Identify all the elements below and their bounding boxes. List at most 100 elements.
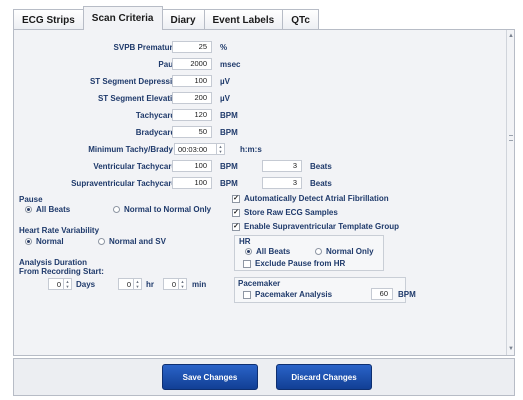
tab-qtc[interactable]: QTc [282, 9, 319, 30]
scroll-grip-icon[interactable] [509, 135, 513, 141]
svpb-unit: % [220, 43, 228, 52]
spinner-arrows-icon[interactable]: ▲ ▼ [216, 144, 224, 154]
afib-label: Automatically Detect Atrial Fibrillation [244, 194, 389, 203]
checkbox-unchecked-icon [243, 259, 251, 268]
hours-value: 0 [126, 280, 131, 289]
tab-bar: ECG Strips Scan Criteria Diary Event Lab… [13, 6, 319, 30]
footer [0, 356, 523, 400]
st-elevation-unit: µV [220, 94, 230, 103]
st-depression-unit: µV [220, 77, 230, 86]
hours-spinner[interactable]: 0 ▲ ▼ [118, 278, 142, 290]
pause-all-beats-radio[interactable]: All Beats [25, 205, 70, 214]
checkbox-checked-icon: ✓ [232, 194, 240, 203]
radio-selected-icon [25, 238, 32, 245]
vtach-label: Ventricular Tachycardia [93, 162, 183, 171]
pause-input[interactable]: 2000 [172, 58, 212, 70]
radio-selected-icon [245, 248, 252, 255]
tab-ecg-strips[interactable]: ECG Strips [13, 9, 84, 30]
hr-groupbox: HR All Beats Normal Only Exclude Pause f… [234, 235, 384, 271]
pause-normal-only-label: Normal to Normal Only [124, 205, 212, 214]
pause-label: Pause [158, 60, 182, 69]
bradycardia-unit: BPM [220, 128, 238, 137]
pacemaker-analysis-label: Pacemaker Analysis [255, 290, 333, 299]
hrv-normal-sv-label: Normal and SV [109, 237, 166, 246]
st-elevation-label: ST Segment Elevation [97, 94, 182, 103]
hr-normal-only-label: Normal Only [326, 247, 374, 256]
save-changes-button[interactable]: Save Changes [162, 364, 258, 390]
vtach-unit: BPM [220, 162, 238, 171]
tachycardia-label: Tachycardia [135, 111, 182, 120]
days-value: 0 [56, 280, 61, 289]
vertical-scrollbar[interactable]: ▲ ▼ [506, 30, 514, 355]
exclude-pause-label: Exclude Pause from HR [255, 259, 346, 268]
hours-unit: hr [146, 280, 154, 289]
pacemaker-title: Pacemaker [238, 279, 281, 288]
tachycardia-unit: BPM [220, 111, 238, 120]
footer-bar [13, 358, 515, 396]
svt-group-label: Enable Supraventricular Template Group [244, 222, 399, 231]
discard-changes-button[interactable]: Discard Changes [276, 364, 372, 390]
spinner-arrows-icon[interactable]: ▲ ▼ [63, 279, 71, 289]
raw-ecg-label: Store Raw ECG Samples [244, 208, 338, 217]
svtach-input[interactable]: 100 [172, 177, 212, 189]
minutes-spinner[interactable]: 0 ▲ ▼ [163, 278, 187, 290]
afib-checkbox[interactable]: ✓ Automatically Detect Atrial Fibrillati… [232, 194, 389, 203]
hrv-normal-radio[interactable]: Normal [25, 237, 64, 246]
svtach-beats-input[interactable]: 3 [262, 177, 302, 189]
min-tachy-brady-spinner[interactable]: 00:03:00 ▲ ▼ [174, 143, 225, 155]
svtach-label: Supraventricular Tachycardia [71, 179, 183, 188]
hrv-normal-label: Normal [36, 237, 64, 246]
svpb-input[interactable]: 25 [172, 41, 212, 53]
pacemaker-rate-input[interactable]: 60 [371, 288, 393, 300]
radio-unselected-icon [315, 248, 322, 255]
min-tachy-brady-unit: h:m:s [240, 145, 262, 154]
svpb-label: SVPB Prematurity [113, 43, 182, 52]
svt-group-checkbox[interactable]: ✓ Enable Supraventricular Template Group [232, 222, 399, 231]
days-unit: Days [76, 280, 96, 289]
st-depression-input[interactable]: 100 [172, 75, 212, 87]
hr-section-title: HR [239, 237, 251, 246]
min-tachy-brady-value: 00:03:00 [178, 145, 208, 154]
pause-section-title: Pause [19, 195, 43, 204]
svtach-beats-unit: Beats [310, 179, 332, 188]
st-elevation-input[interactable]: 200 [172, 92, 212, 104]
tab-scan-criteria[interactable]: Scan Criteria [82, 6, 163, 30]
radio-unselected-icon [113, 206, 120, 213]
hr-all-beats-radio[interactable]: All Beats [245, 247, 290, 256]
vtach-input[interactable]: 100 [172, 160, 212, 172]
scroll-down-icon[interactable]: ▼ [508, 345, 514, 353]
pause-normal-only-radio[interactable]: Normal to Normal Only [113, 205, 211, 214]
hr-normal-only-radio[interactable]: Normal Only [315, 247, 374, 256]
radio-unselected-icon [98, 238, 105, 245]
checkbox-unchecked-icon [243, 290, 251, 299]
pacemaker-groupbox: Pacemaker Pacemaker Analysis 60 BPM [234, 277, 416, 303]
analysis-duration-subtitle: From Recording Start: [19, 267, 104, 276]
checkbox-checked-icon: ✓ [232, 222, 240, 231]
pause-all-beats-label: All Beats [36, 205, 71, 214]
min-tachy-brady-label: Minimum Tachy/Brady [88, 145, 173, 154]
tab-event-labels[interactable]: Event Labels [203, 9, 284, 30]
hrv-normal-sv-radio[interactable]: Normal and SV [98, 237, 166, 246]
pacemaker-rate-unit: BPM [398, 290, 416, 299]
minutes-unit: min [192, 280, 207, 289]
hr-all-beats-label: All Beats [256, 247, 291, 256]
bradycardia-input[interactable]: 50 [172, 126, 212, 138]
vtach-beats-input[interactable]: 3 [262, 160, 302, 172]
pacemaker-analysis-checkbox[interactable]: Pacemaker Analysis [243, 290, 332, 299]
minutes-value: 0 [171, 280, 176, 289]
tachycardia-input[interactable]: 120 [172, 109, 212, 121]
raw-ecg-checkbox[interactable]: ✓ Store Raw ECG Samples [232, 208, 338, 217]
days-spinner[interactable]: 0 ▲ ▼ [48, 278, 72, 290]
spinner-arrows-icon[interactable]: ▲ ▼ [178, 279, 186, 289]
checkbox-checked-icon: ✓ [232, 208, 240, 217]
scan-criteria-panel: SVPB Prematurity 25 % Pause 2000 msec ST… [13, 29, 515, 356]
hrv-section-title: Heart Rate Variability [19, 226, 100, 235]
spinner-arrows-icon[interactable]: ▲ ▼ [133, 279, 141, 289]
radio-selected-icon [25, 206, 32, 213]
tab-diary[interactable]: Diary [161, 9, 205, 30]
svtach-unit: BPM [220, 179, 238, 188]
exclude-pause-checkbox[interactable]: Exclude Pause from HR [243, 259, 345, 268]
vtach-beats-unit: Beats [310, 162, 332, 171]
scroll-up-icon[interactable]: ▲ [508, 32, 514, 40]
st-depression-label: ST Segment Depression [89, 77, 182, 86]
